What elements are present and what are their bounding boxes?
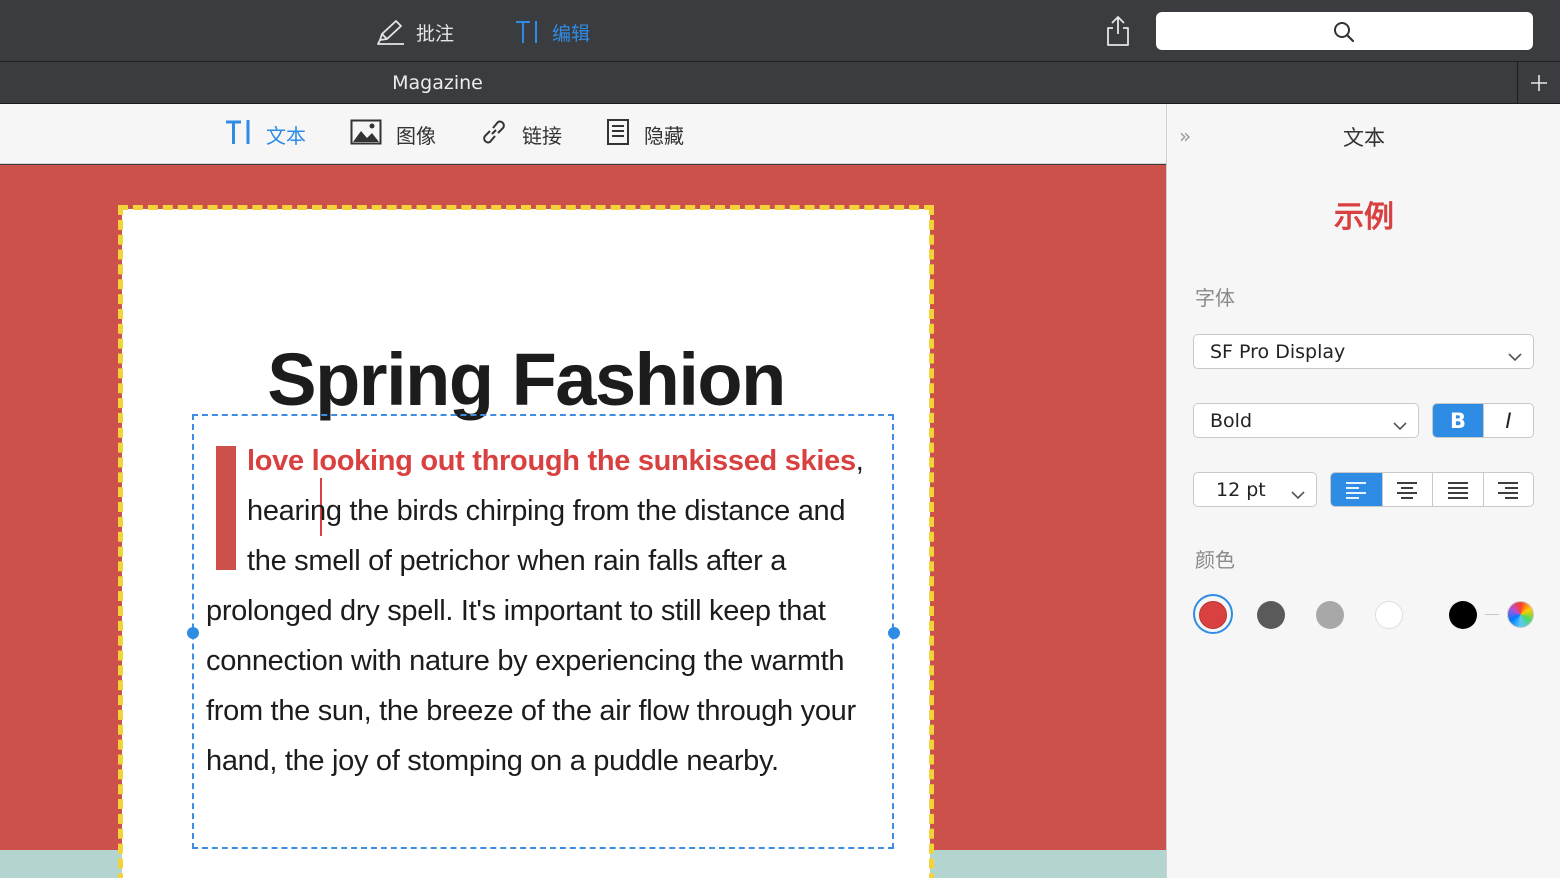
color-wheel-icon[interactable] (1507, 601, 1534, 628)
align-justify-button[interactable] (1432, 473, 1483, 506)
font-style-toggle: B I (1432, 403, 1534, 438)
selected-page[interactable]: Spring Fashion love looking out through … (118, 205, 934, 878)
text-tool-label: 文本 (266, 123, 306, 148)
text-sample: 示例 (1334, 200, 1394, 235)
chevron-down-icon (1392, 415, 1408, 437)
hide-tool-button[interactable]: 隐藏 (606, 118, 684, 150)
font-weight-value: Bold (1210, 409, 1252, 432)
align-right-button[interactable] (1482, 473, 1534, 506)
alignment-control (1330, 472, 1534, 507)
edit-mode-button[interactable]: 编辑 (514, 16, 590, 48)
image-tool-button[interactable]: 图像 (350, 118, 436, 150)
color-section-label: 颜色 (1195, 548, 1235, 572)
plus-icon[interactable] (1517, 62, 1560, 103)
italic-button[interactable]: I (1483, 404, 1533, 437)
font-size-select[interactable]: 12 pt (1193, 472, 1317, 507)
link-tool-label: 链接 (522, 123, 562, 148)
chevron-down-icon (1290, 484, 1306, 506)
color-swatch-white[interactable] (1375, 601, 1403, 629)
tab-bar: Magazine (0, 62, 1560, 104)
paragraph-text: , hearing the birds chirping from the di… (206, 445, 864, 777)
text-box[interactable]: love looking out through the sunkissed s… (187, 414, 900, 849)
color-swatch-gray[interactable] (1316, 601, 1344, 629)
body-text[interactable]: love looking out through the sunkissed s… (206, 436, 886, 786)
image-tool-label: 图像 (396, 123, 436, 148)
resize-handle-left[interactable] (187, 627, 199, 639)
bold-button[interactable]: B (1433, 404, 1483, 437)
link-icon (480, 118, 508, 151)
text-tool-icon (224, 117, 252, 152)
chevron-down-icon (1507, 346, 1523, 368)
font-section-label: 字体 (1195, 286, 1235, 310)
hide-tool-label: 隐藏 (644, 123, 684, 148)
pencil-icon (376, 18, 406, 46)
align-left-button[interactable] (1331, 473, 1382, 506)
font-size-value: 12 pt (1216, 478, 1266, 501)
align-justify-icon (1447, 481, 1468, 499)
color-swatch-black[interactable] (1449, 601, 1477, 629)
highlighted-text: love looking out through the sunkissed s… (247, 445, 856, 477)
link-tool-button[interactable]: 链接 (480, 118, 562, 150)
annotate-mode-button[interactable]: 批注 (376, 16, 454, 48)
font-family-select[interactable]: SF Pro Display (1193, 334, 1534, 369)
headline[interactable]: Spring Fashion (122, 337, 930, 422)
font-family-value: SF Pro Display (1210, 340, 1346, 363)
image-icon (350, 119, 382, 150)
share-icon[interactable] (1104, 14, 1132, 48)
hide-document-icon (606, 118, 630, 151)
edit-label: 编辑 (552, 22, 591, 45)
text-cursor-icon (514, 18, 542, 46)
search-icon (1333, 21, 1355, 47)
align-center-button[interactable] (1381, 473, 1433, 506)
inspector-panel: » 文本 示例 字体 SF Pro Display Bold B I 12 pt… (1166, 104, 1560, 878)
color-swatch-red[interactable] (1199, 601, 1227, 629)
tab-magazine[interactable]: Magazine (0, 62, 875, 103)
swatch-divider (1485, 614, 1499, 615)
text-tool-button[interactable]: 文本 (224, 118, 306, 150)
align-right-icon (1498, 481, 1519, 499)
inspector-title: 文本 (1343, 126, 1385, 150)
align-center-icon (1397, 481, 1418, 499)
color-swatch-dark-gray[interactable] (1257, 601, 1285, 629)
font-weight-select[interactable]: Bold (1193, 403, 1419, 438)
resize-handle-right[interactable] (888, 627, 900, 639)
annotate-label: 批注 (416, 22, 455, 45)
align-left-icon (1346, 481, 1367, 499)
edit-toolbar: 文本 图像 链接 隐藏 (0, 104, 1166, 164)
search-field[interactable] (1156, 12, 1533, 50)
top-toolbar: 批注 编辑 (0, 0, 1560, 62)
document-canvas: Spring Fashion love looking out through … (0, 165, 1166, 878)
